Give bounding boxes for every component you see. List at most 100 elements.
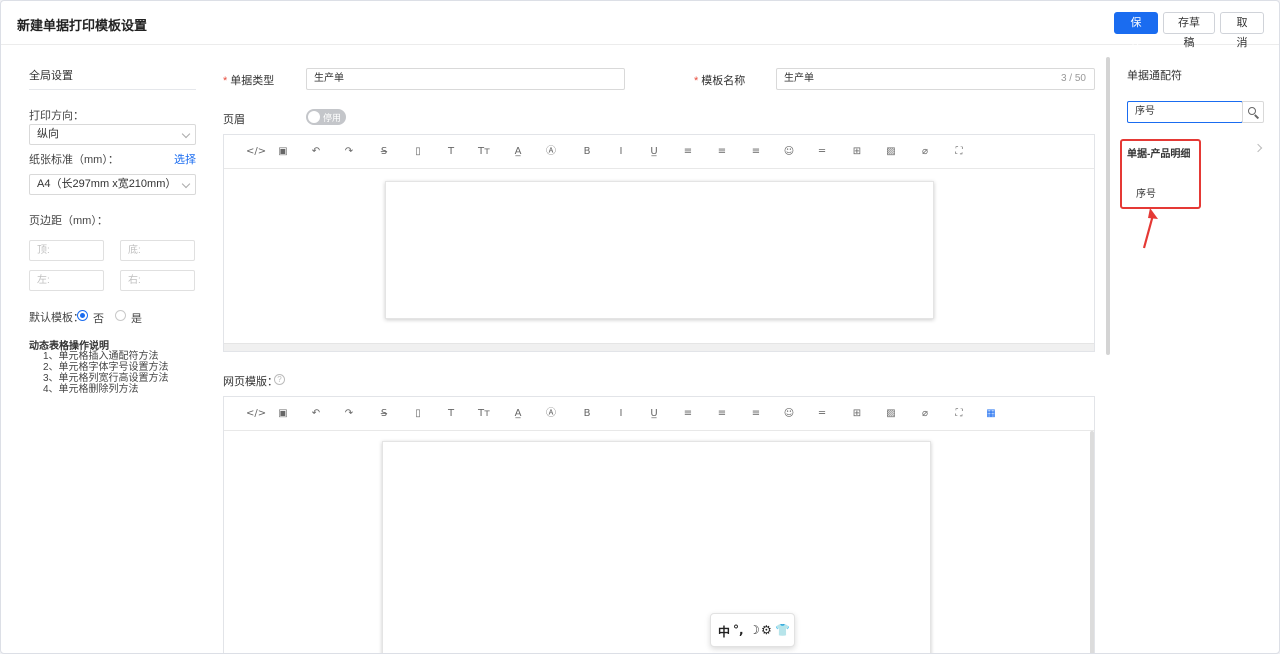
strikethrough-icon[interactable]: S̶ — [376, 406, 392, 422]
underline-icon[interactable]: U̲ — [646, 406, 662, 422]
arrow-shaft — [1142, 214, 1155, 249]
default-template-label: 默认模板： — [29, 312, 84, 324]
font-size-icon[interactable]: T — [443, 406, 459, 422]
bold-icon[interactable]: B — [579, 144, 595, 160]
margin-left-input[interactable]: 左: — [29, 270, 104, 291]
header-toggle[interactable]: 停用 — [306, 109, 346, 125]
margins-label: 页边距（mm）： — [29, 215, 108, 227]
strikethrough-icon[interactable]: S̶ — [376, 144, 392, 160]
divider — [29, 89, 196, 90]
save-draft-button[interactable]: 存草稿 — [1163, 12, 1215, 49]
ime-punctuation-icon[interactable]: °, — [733, 623, 744, 637]
paper-standard-label: 纸张标准（mm）： — [29, 154, 119, 166]
redo-icon[interactable]: ↷ — [341, 144, 357, 160]
font-color-icon[interactable]: A̲ — [510, 144, 526, 160]
template-name-input[interactable]: 生产单 3 / 50 — [776, 68, 1095, 90]
default-no-radio[interactable] — [77, 310, 88, 321]
web-template-canvas[interactable] — [382, 441, 931, 653]
char-counter: 3 / 50 — [1060, 73, 1086, 84]
paper-size-select[interactable]: A4（长297mm x宽210mm） — [29, 174, 196, 195]
default-no-label: 否 — [93, 313, 104, 325]
header-label: 页眉 — [223, 114, 245, 126]
fullscreen-icon[interactable]: ⛶ — [951, 406, 967, 422]
align-right-icon[interactable]: ≡ — [748, 406, 764, 422]
ime-floating-toolbar[interactable]: 中 °, ☽ ⚙ 👕 — [710, 613, 795, 647]
horizontal-rule-icon[interactable]: ═ — [814, 406, 830, 422]
redo-icon[interactable]: ↷ — [341, 406, 357, 422]
line-height-icon[interactable]: Tт — [476, 406, 492, 422]
chevron-right-icon[interactable] — [1253, 143, 1263, 153]
fullscreen-icon[interactable]: ⛶ — [951, 144, 967, 160]
align-left-icon[interactable]: ≡ — [680, 406, 696, 422]
table-icon[interactable]: ⊞ — [849, 144, 865, 160]
align-center-icon[interactable]: ≡ — [714, 144, 730, 160]
font-size-icon[interactable]: T — [443, 144, 459, 160]
orientation-select[interactable]: 纵向 — [29, 124, 196, 145]
template-icon[interactable]: ▣ — [275, 406, 291, 422]
italic-icon[interactable]: I — [613, 406, 629, 422]
horizontal-rule-icon[interactable]: ═ — [814, 144, 830, 160]
search-button[interactable] — [1242, 101, 1264, 123]
margin-top-input[interactable]: 顶: — [29, 240, 104, 261]
help-icon[interactable]: ? — [274, 374, 285, 385]
attachment-icon[interactable]: ⌀ — [917, 406, 933, 422]
image-icon[interactable]: ▨ — [883, 406, 899, 422]
ime-moon-icon[interactable]: ☽ — [749, 623, 760, 637]
document-icon[interactable]: ▯ — [410, 144, 426, 160]
bold-icon[interactable]: B — [579, 406, 595, 422]
page-title: 新建单据打印模板设置 — [17, 18, 148, 33]
align-center-icon[interactable]: ≡ — [714, 406, 730, 422]
emoji-icon[interactable]: ☺ — [781, 406, 797, 422]
tree-item-serial-number[interactable]: 序号 — [1136, 185, 1156, 200]
ime-skin-icon[interactable]: 👕 — [775, 623, 790, 637]
header-editor-canvas[interactable] — [385, 181, 934, 319]
web-template-label: 网页模版： — [223, 376, 278, 388]
choose-paper-link[interactable]: 选择 — [174, 151, 196, 167]
code-view-icon[interactable]: </> — [246, 144, 266, 160]
template-icon[interactable]: ▣ — [275, 144, 291, 160]
save-button[interactable]: 保 存 — [1114, 12, 1158, 49]
document-icon[interactable]: ▯ — [410, 406, 426, 422]
orientation-label: 打印方向： — [29, 110, 84, 122]
image-icon[interactable]: ▨ — [883, 144, 899, 160]
emoji-icon[interactable]: ☺ — [781, 144, 797, 160]
ime-settings-icon[interactable]: ⚙ — [761, 623, 772, 637]
note-item: 4、单元格删除列方法 — [43, 384, 139, 395]
underline-icon[interactable]: U̲ — [646, 144, 662, 160]
ime-chinese-icon[interactable]: 中 — [718, 623, 730, 640]
background-color-icon[interactable]: Ⓐ — [543, 144, 559, 160]
section-title: 全局设置 — [29, 70, 73, 82]
doc-type-input[interactable]: 生产单 — [306, 68, 625, 90]
table-icon[interactable]: ⊞ — [849, 406, 865, 422]
attachment-icon[interactable]: ⌀ — [917, 144, 933, 160]
margin-bottom-input[interactable]: 底: — [120, 240, 195, 261]
line-height-icon[interactable]: Tт — [476, 144, 492, 160]
default-yes-radio[interactable] — [115, 310, 126, 321]
orientation-value: 纵向 — [37, 128, 59, 140]
cancel-button[interactable]: 取 消 — [1220, 12, 1264, 49]
editor-toolbar: </> ▣ ↶ ↷ S̶ ▯ T Tт A̲ Ⓐ B I U̲ ≡ ≡ ≡ ☺ ═ ⊞ ▨ ⌀ ⛶ — [224, 135, 1094, 169]
font-color-icon[interactable]: A̲ — [510, 406, 526, 422]
dynamic-table-icon[interactable]: ▦ — [983, 406, 999, 422]
code-view-icon[interactable]: </> — [246, 406, 266, 422]
horizontal-scrollbar[interactable] — [224, 343, 1094, 351]
page-scrollbar[interactable] — [1106, 57, 1110, 355]
tree-group-product-detail[interactable]: 单据-产品明细 — [1127, 145, 1190, 160]
align-right-icon[interactable]: ≡ — [748, 144, 764, 160]
web-template-editor: </> ▣ ↶ ↷ S̶ ▯ T Tт A̲ Ⓐ B I U̲ ≡ ≡ ≡ ☺ ═ ⊞ ▨ ⌀ ⛶ ▦ — [223, 396, 1095, 653]
background-color-icon[interactable]: Ⓐ — [543, 406, 559, 422]
italic-icon[interactable]: I — [613, 144, 629, 160]
vertical-scrollbar[interactable] — [1090, 431, 1094, 653]
placeholder-panel-title: 单据通配符 — [1127, 70, 1182, 82]
align-left-icon[interactable]: ≡ — [680, 144, 696, 160]
notes-title: 动态表格操作说明 — [29, 341, 109, 352]
arrow-head — [1148, 208, 1158, 219]
placeholder-search-input[interactable]: 序号 — [1127, 101, 1243, 123]
editor-toolbar: </> ▣ ↶ ↷ S̶ ▯ T Tт A̲ Ⓐ B I U̲ ≡ ≡ ≡ ☺ ═ ⊞ ▨ ⌀ ⛶ ▦ — [224, 397, 1094, 431]
undo-icon[interactable]: ↶ — [308, 406, 324, 422]
chevron-down-icon — [181, 179, 191, 189]
margin-right-input[interactable]: 右: — [120, 270, 195, 291]
note-item: 2、单元格字体字号设置方法 — [43, 362, 169, 373]
toggle-knob — [308, 111, 320, 123]
undo-icon[interactable]: ↶ — [308, 144, 324, 160]
